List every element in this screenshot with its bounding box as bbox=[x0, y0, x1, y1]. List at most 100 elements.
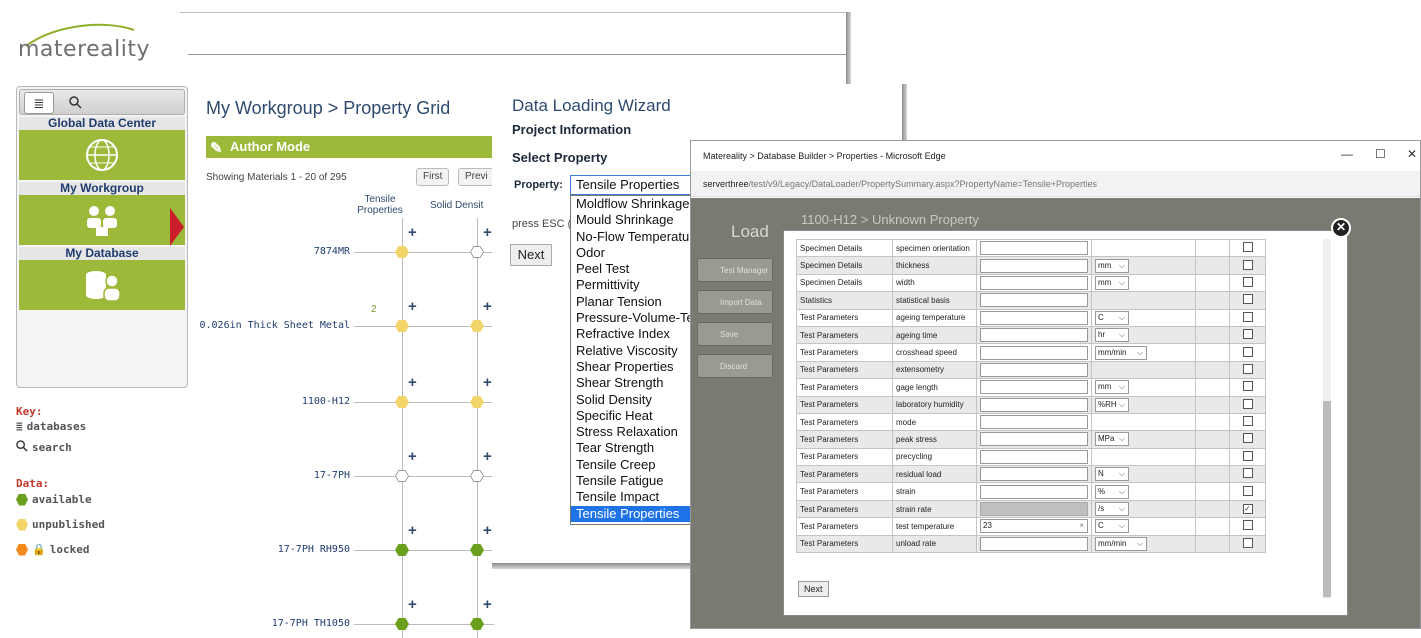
unit-select[interactable]: mm ⌵ bbox=[1095, 258, 1129, 273]
dropdown-option[interactable]: Specific Heat bbox=[571, 408, 695, 424]
dropdown-option[interactable]: Moldflow Shrinkage bbox=[571, 196, 695, 212]
unit-select[interactable]: % ⌵ bbox=[1095, 484, 1129, 499]
row-checkbox[interactable] bbox=[1242, 485, 1253, 496]
dropdown-option[interactable]: Peel Test bbox=[571, 261, 695, 277]
row-checkbox[interactable] bbox=[1242, 537, 1253, 548]
value-input[interactable] bbox=[980, 415, 1088, 430]
unit-select[interactable]: mm/min ⌵ bbox=[1095, 536, 1147, 551]
maximize-button[interactable]: ☐ bbox=[1375, 147, 1386, 161]
import-data-button[interactable]: Import Data bbox=[697, 290, 773, 314]
next-button[interactable]: Next bbox=[798, 581, 829, 597]
data-node-available[interactable] bbox=[395, 618, 409, 630]
minimize-button[interactable]: — bbox=[1341, 147, 1353, 161]
dropdown-option[interactable]: No-Flow Temperatur bbox=[571, 229, 695, 245]
material-row-label[interactable]: 17-7PH TH1050 bbox=[150, 618, 350, 629]
first-page-button[interactable]: First bbox=[416, 168, 450, 186]
dropdown-option[interactable]: Shear Properties bbox=[571, 359, 695, 375]
row-checkbox[interactable] bbox=[1242, 276, 1253, 287]
sidebar-item-my-workgroup[interactable]: My Workgroup bbox=[19, 182, 185, 245]
dropdown-option[interactable]: Tensile Fatigue bbox=[571, 473, 695, 489]
row-checkbox[interactable] bbox=[1242, 468, 1253, 479]
close-icon[interactable]: ✕ bbox=[1331, 218, 1351, 238]
add-data-plus-icon[interactable]: + bbox=[483, 596, 492, 613]
row-checkbox[interactable] bbox=[1242, 259, 1253, 270]
row-checkbox[interactable] bbox=[1242, 381, 1253, 392]
data-node-available[interactable] bbox=[470, 544, 484, 556]
row-checkbox[interactable]: ✓ bbox=[1242, 504, 1253, 515]
add-data-plus-icon[interactable]: + bbox=[408, 224, 417, 241]
row-checkbox[interactable] bbox=[1242, 346, 1253, 357]
row-checkbox[interactable] bbox=[1242, 416, 1253, 427]
save-button[interactable]: Save bbox=[697, 322, 773, 346]
unit-select[interactable]: MPa ⌵ bbox=[1095, 432, 1129, 447]
clear-icon[interactable]: × bbox=[1079, 520, 1084, 532]
data-node-unpublished[interactable] bbox=[395, 320, 409, 332]
value-input[interactable] bbox=[980, 328, 1088, 343]
data-node-available[interactable] bbox=[395, 544, 409, 556]
dropdown-option[interactable]: Odor bbox=[571, 245, 695, 261]
add-data-plus-icon[interactable]: + bbox=[408, 448, 417, 465]
next-button[interactable]: Next bbox=[510, 244, 552, 266]
author-mode-bar[interactable]: ✎ Author Mode bbox=[206, 136, 496, 158]
unit-select[interactable]: hr ⌵ bbox=[1095, 328, 1129, 343]
add-data-plus-icon[interactable]: + bbox=[483, 224, 492, 241]
row-checkbox[interactable] bbox=[1242, 433, 1253, 444]
dropdown-option[interactable]: Tensile Properties bbox=[571, 505, 695, 522]
row-checkbox[interactable] bbox=[1242, 450, 1253, 461]
row-checkbox[interactable] bbox=[1242, 329, 1253, 340]
value-input[interactable] bbox=[980, 397, 1088, 412]
value-input[interactable] bbox=[980, 362, 1088, 377]
search-icon[interactable] bbox=[60, 92, 90, 114]
value-input[interactable] bbox=[980, 432, 1088, 447]
data-node-empty[interactable] bbox=[395, 470, 409, 482]
close-button[interactable]: ✕ bbox=[1407, 147, 1417, 161]
sidebar-item-global-data-center[interactable]: Global Data Center bbox=[19, 117, 185, 180]
database-icon[interactable]: ≣ bbox=[24, 92, 54, 114]
value-input[interactable] bbox=[980, 380, 1088, 395]
dropdown-option[interactable]: Solid Density bbox=[571, 392, 695, 408]
value-input[interactable] bbox=[980, 467, 1088, 482]
row-checkbox[interactable] bbox=[1242, 242, 1253, 253]
dropdown-option[interactable]: Tensile Creep bbox=[571, 457, 695, 473]
value-input[interactable] bbox=[980, 536, 1088, 551]
unit-select[interactable]: C ⌵ bbox=[1095, 519, 1129, 534]
value-input[interactable] bbox=[980, 502, 1088, 517]
add-data-plus-icon[interactable]: + bbox=[408, 374, 417, 391]
material-row-label[interactable]: 7874MR bbox=[150, 246, 350, 257]
dropdown-option[interactable]: Relative Viscosity bbox=[571, 343, 695, 359]
address-bar[interactable]: serverthree/test/v9/Legacy/DataLoader/Pr… bbox=[691, 171, 1420, 197]
add-data-plus-icon[interactable]: + bbox=[483, 374, 492, 391]
column-header[interactable]: Solid Densit bbox=[430, 200, 500, 211]
value-input[interactable]: 23 × bbox=[980, 519, 1088, 534]
add-data-plus-icon[interactable]: + bbox=[408, 522, 417, 539]
dropdown-option[interactable]: Mould Shrinkage bbox=[571, 212, 695, 228]
row-checkbox[interactable] bbox=[1242, 311, 1253, 322]
dropdown-option[interactable]: Planar Tension bbox=[571, 294, 695, 310]
dropdown-option[interactable]: Pressure-Volume-Te bbox=[571, 310, 695, 326]
column-header[interactable]: Tensile Properties bbox=[352, 194, 408, 216]
add-data-plus-icon[interactable]: + bbox=[408, 596, 417, 613]
value-input[interactable] bbox=[980, 310, 1088, 325]
data-node-unpublished[interactable] bbox=[395, 396, 409, 408]
value-input[interactable] bbox=[980, 241, 1088, 256]
dropdown-option[interactable]: Permittivity bbox=[571, 277, 695, 293]
data-node-unpublished[interactable] bbox=[395, 246, 409, 258]
material-row-label[interactable]: 0.026in Thick Sheet Metal bbox=[150, 320, 350, 331]
data-node-unpublished[interactable] bbox=[470, 396, 484, 408]
value-input[interactable] bbox=[980, 484, 1088, 499]
add-data-plus-icon[interactable]: + bbox=[483, 522, 492, 539]
row-checkbox[interactable] bbox=[1242, 294, 1253, 305]
row-checkbox[interactable] bbox=[1242, 520, 1253, 531]
unit-select[interactable]: mm ⌵ bbox=[1095, 380, 1129, 395]
add-data-plus-icon[interactable]: + bbox=[408, 298, 417, 315]
dropdown-option[interactable]: Tensile Impact bbox=[571, 489, 695, 505]
data-node-available[interactable] bbox=[470, 618, 484, 630]
material-row-label[interactable]: 17-7PH bbox=[150, 470, 350, 481]
material-row-label[interactable]: 17-7PH RH950 bbox=[150, 544, 350, 555]
unit-select[interactable]: %RH ⌵ bbox=[1095, 397, 1129, 412]
unit-select[interactable]: N ⌵ bbox=[1095, 467, 1129, 482]
value-input[interactable] bbox=[980, 449, 1088, 464]
row-checkbox[interactable] bbox=[1242, 398, 1253, 409]
dropdown-option[interactable]: Shear Strength bbox=[571, 375, 695, 391]
data-node-empty[interactable] bbox=[470, 246, 484, 258]
